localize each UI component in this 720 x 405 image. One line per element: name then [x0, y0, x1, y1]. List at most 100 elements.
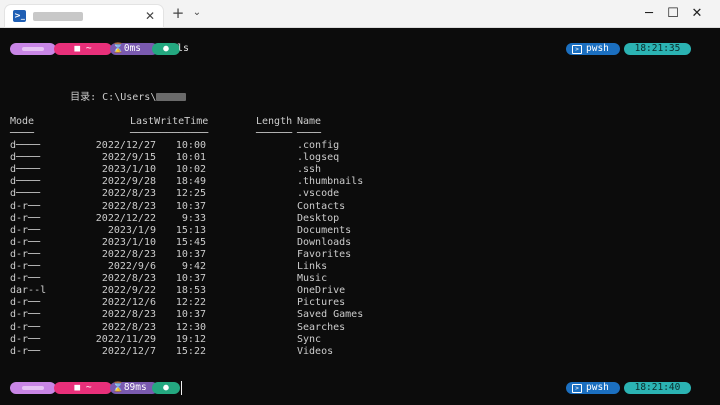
mode-cell: d-r── — [10, 212, 41, 224]
date-cell: 2022/8/23 — [101, 273, 156, 285]
list-item: d-r── 2023/1/9 15:13 Documents — [10, 225, 710, 237]
new-tab-button[interactable]: + — [170, 5, 186, 21]
mode-cell: d──── — [10, 164, 41, 176]
date-cell: 2023/1/9 — [107, 224, 156, 236]
name-cell: OneDrive — [297, 285, 346, 297]
tab-title — [33, 12, 83, 21]
name-cell: Favorites — [297, 248, 352, 260]
mode-cell: d-r── — [10, 309, 41, 321]
time-cell: 15:13 — [175, 224, 206, 236]
chevron-down-icon[interactable]: ⌄ — [190, 5, 204, 21]
list-item: d──── 2022/9/28 18:49 .thumbnails — [10, 176, 710, 188]
mode-cell: d-r── — [10, 333, 41, 345]
name-cell: Documents — [297, 224, 352, 236]
clock-segment: 18:21:35 — [624, 43, 691, 55]
close-window-button[interactable]: ✕ — [674, 0, 720, 27]
mode-cell: d-r── — [10, 224, 41, 236]
name-cell: Downloads — [297, 236, 352, 248]
close-tab-icon[interactable]: ✕ — [145, 8, 155, 24]
directory-label: 目录: C:\Users\ — [34, 80, 187, 116]
terminal-icon: > — [572, 45, 582, 54]
list-item: d-r── 2022/8/23 12:30 Searches — [10, 322, 710, 334]
terminal-icon: > — [572, 384, 582, 393]
list-item: d-r── 2022/8/23 10:37 Saved Games — [10, 309, 710, 321]
name-cell: Music — [297, 273, 328, 285]
header-name: Name — [297, 116, 322, 127]
list-item: d──── 2022/12/27 10:00 .config — [10, 140, 710, 152]
time-cell: 10:37 — [175, 309, 206, 321]
mode-cell: d-r── — [10, 321, 41, 333]
time-cell: 15:45 — [175, 236, 206, 248]
tab-powershell[interactable]: >_ ✕ — [5, 5, 163, 27]
time-cell: 9:42 — [181, 261, 206, 272]
path-segment: ■ ~ — [54, 382, 112, 394]
mode-cell: d-r── — [10, 248, 41, 260]
list-item: d-r── 2022/12/22 9:33 Desktop — [10, 213, 710, 225]
date-cell: 2022/9/15 — [101, 152, 156, 164]
clock-segment: 18:21:40 — [624, 382, 691, 394]
time-cell: 12:25 — [175, 188, 206, 200]
name-cell: Links — [297, 261, 328, 272]
time-cell: 10:02 — [175, 164, 206, 176]
name-cell: .logseq — [297, 152, 340, 164]
date-cell: 2022/8/23 — [101, 321, 156, 333]
name-cell: Searches — [297, 321, 346, 333]
list-item: d-r── 2022/8/23 10:37 Contacts — [10, 201, 710, 213]
time-cell: 9:33 — [181, 212, 206, 224]
list-item: d-r── 2022/12/7 15:22 Videos — [10, 346, 710, 358]
user-segment — [10, 43, 56, 55]
mode-cell: d-r── — [10, 236, 41, 248]
date-cell: 2023/1/10 — [101, 236, 156, 248]
mode-cell: d──── — [10, 176, 41, 188]
list-item: d──── 2022/8/23 12:25 .vscode — [10, 188, 710, 200]
text-cursor[interactable] — [181, 381, 182, 395]
mode-cell: d──── — [10, 152, 41, 164]
mode-cell: dar--l — [10, 285, 47, 297]
name-cell: Sync — [297, 333, 322, 345]
name-cell: Saved Games — [297, 309, 364, 321]
date-cell: 2022/12/22 — [95, 212, 156, 224]
command-text: ls — [177, 43, 190, 54]
shell-segment: > pwsh — [566, 382, 620, 394]
name-cell: .config — [297, 140, 340, 151]
mode-cell: d-r── — [10, 345, 41, 357]
name-cell: .ssh — [297, 164, 322, 176]
header-length: Length — [256, 116, 293, 127]
time-cell: 18:49 — [175, 176, 206, 188]
status-icon: ● — [152, 43, 180, 55]
list-item: d-r── 2022/12/6 12:22 Pictures — [10, 297, 710, 309]
redacted-username — [156, 93, 187, 102]
exec-time-segment: ⌛89ms — [110, 382, 158, 394]
list-item: dar--l 2022/9/22 18:53 OneDrive — [10, 285, 710, 297]
mode-cell: d──── — [10, 188, 41, 200]
mode-cell: d-r── — [10, 200, 41, 212]
list-item: d-r── 2022/11/29 19:12 Sync — [10, 334, 710, 346]
time-cell: 10:37 — [175, 273, 206, 285]
list-item: d-r── 2023/1/10 15:45 Downloads — [10, 237, 710, 249]
date-cell: 2022/11/29 — [95, 333, 156, 345]
date-cell: 2022/9/22 — [101, 285, 156, 297]
status-icon: ● — [152, 382, 180, 394]
name-cell: Pictures — [297, 297, 346, 309]
date-cell: 2022/8/23 — [101, 188, 156, 200]
title-bar: >_ ✕ + ⌄ ─ ☐ ✕ — [0, 0, 720, 28]
date-cell: 2023/1/10 — [101, 164, 156, 176]
name-cell: .vscode — [297, 188, 340, 200]
terminal-output[interactable]: ■ ~ ⌛0ms ● ls > pwsh 18:21:35 目录: C:\Use… — [0, 27, 720, 405]
time-cell: 10:01 — [175, 152, 206, 164]
date-cell: 2022/8/23 — [101, 248, 156, 260]
header-lastwrite: LastWriteTime — [130, 116, 209, 127]
user-segment — [10, 382, 56, 394]
shell-segment: > pwsh — [566, 43, 620, 55]
time-cell: 19:12 — [175, 333, 206, 345]
mode-cell: d-r── — [10, 297, 41, 309]
time-cell: 10:37 — [175, 200, 206, 212]
mode-cell: d-r── — [10, 261, 41, 272]
time-cell: 10:37 — [175, 248, 206, 260]
name-cell: Contacts — [297, 200, 346, 212]
exec-time-segment: ⌛0ms — [110, 43, 158, 55]
powershell-icon: >_ — [13, 10, 26, 22]
list-item: d-r── 2022/9/6 9:42 Links — [10, 261, 710, 273]
name-cell: Videos — [297, 345, 334, 357]
date-cell: 2022/9/6 — [107, 261, 156, 272]
